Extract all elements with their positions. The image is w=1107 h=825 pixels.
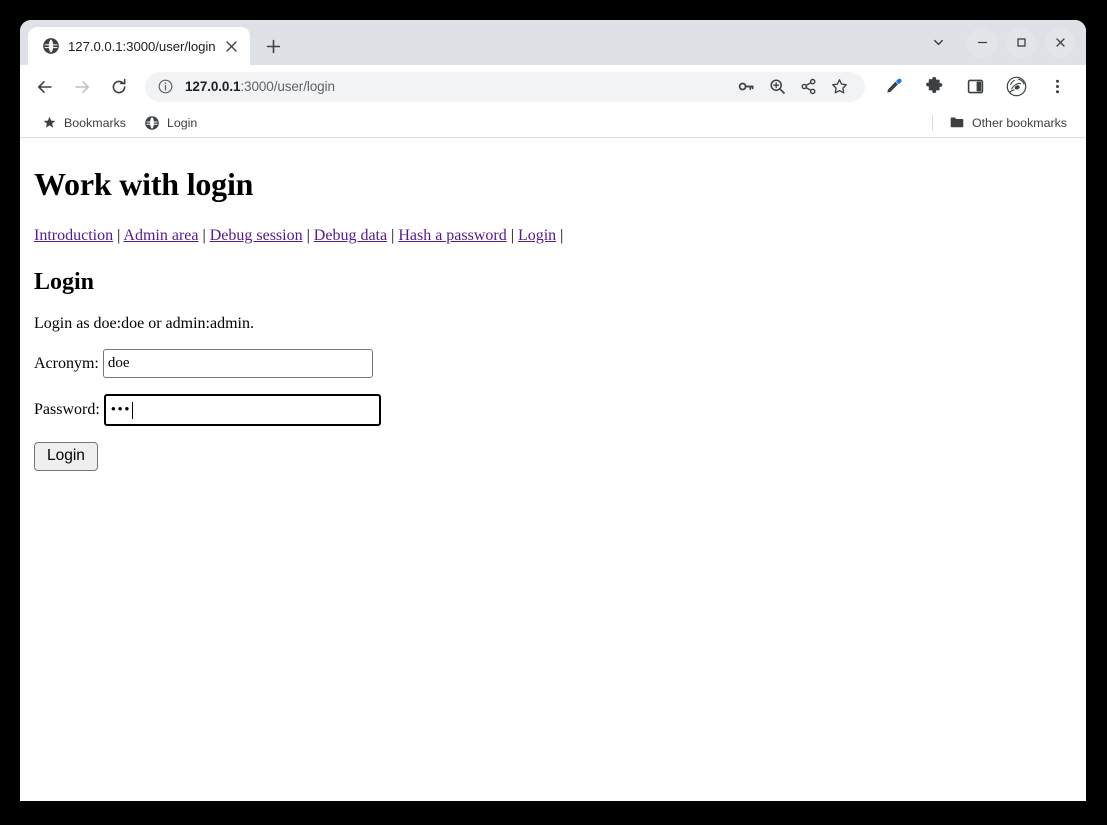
bookmarks-divider <box>931 114 933 131</box>
back-arrow-icon[interactable] <box>29 71 60 102</box>
bookmark-item-login[interactable]: Login <box>137 111 204 135</box>
globe-icon <box>42 38 59 55</box>
text-caret <box>132 401 134 419</box>
password-field-row: Password: ••• <box>34 394 1078 427</box>
browser-window: 127.0.0.1:3000/user/login 127.0.0.1:3000… <box>20 20 1086 801</box>
acronym-label: Acronym: <box>34 354 99 372</box>
bookmark-item-bookmarks[interactable]: Bookmarks <box>34 111 133 135</box>
close-icon[interactable] <box>222 37 241 56</box>
minimize-icon[interactable] <box>967 27 997 58</box>
acronym-field-row: Acronym: <box>34 349 1078 379</box>
window-controls <box>923 20 1086 65</box>
nav-separator: | <box>387 227 399 245</box>
key-icon[interactable] <box>733 73 760 100</box>
zoom-icon[interactable] <box>764 73 791 100</box>
bookmark-label: Bookmarks <box>64 115 126 130</box>
nav-separator: | <box>113 227 124 245</box>
reload-icon[interactable] <box>103 71 134 102</box>
forward-arrow-icon[interactable] <box>66 71 97 102</box>
nav-link-login[interactable]: Login <box>518 227 556 244</box>
side-panel-icon[interactable] <box>960 71 991 102</box>
eyedropper-icon[interactable] <box>878 71 909 102</box>
three-dot-menu-icon[interactable] <box>1042 71 1073 102</box>
puzzle-piece-icon[interactable] <box>919 71 950 102</box>
bookmarks-bar: Bookmarks Login Other bookmarks <box>20 108 1086 138</box>
share-icon[interactable] <box>795 73 822 100</box>
bookmark-label: Login <box>166 115 198 130</box>
folder-icon <box>949 115 965 131</box>
password-input[interactable]: ••• <box>103 394 381 427</box>
submit-row: Login <box>34 442 1078 472</box>
page-title: Work with login <box>34 166 254 203</box>
address-bar[interactable]: 127.0.0.1:3000/user/login <box>145 71 865 102</box>
nav-link-debug-session[interactable]: Debug session <box>210 227 303 244</box>
page-nav-links: Introduction | Admin area | Debug sessio… <box>34 224 754 249</box>
other-bookmarks-label: Other bookmarks <box>971 115 1067 130</box>
url-path: :3000/user/login <box>240 79 335 94</box>
password-masked-value: ••• <box>110 401 132 418</box>
tab-title: 127.0.0.1:3000/user/login <box>68 38 216 54</box>
toolbar-actions <box>873 71 1078 102</box>
nav-link-hash-a-password[interactable]: Hash a password <box>398 227 506 244</box>
tab-strip: 127.0.0.1:3000/user/login <box>20 20 1086 65</box>
browser-toolbar: 127.0.0.1:3000/user/login <box>20 65 1086 108</box>
globe-icon <box>144 115 160 131</box>
maximize-icon[interactable] <box>1006 27 1036 58</box>
nav-separator: | <box>302 227 314 245</box>
nav-link-introduction[interactable]: Introduction <box>34 227 113 244</box>
page-body: Work with login Introduction | Admin are… <box>20 138 1086 479</box>
omnibox-actions <box>731 73 855 100</box>
acronym-input[interactable] <box>102 349 373 379</box>
nav-link-debug-data[interactable]: Debug data <box>314 227 387 244</box>
star-icon <box>41 115 57 131</box>
profile-avatar-icon[interactable] <box>1001 71 1032 102</box>
nav-separator: | <box>556 227 564 245</box>
browser-tab-active[interactable]: 127.0.0.1:3000/user/login <box>28 27 250 65</box>
login-button[interactable]: Login <box>34 442 98 472</box>
nav-link-admin-area[interactable]: Admin area <box>123 227 198 244</box>
nav-separator: | <box>198 227 210 245</box>
nav-separator: | <box>506 227 518 245</box>
window-close-icon[interactable] <box>1045 27 1075 58</box>
url-host: 127.0.0.1 <box>185 79 241 94</box>
address-bar-text: 127.0.0.1:3000/user/login <box>185 79 335 94</box>
password-label: Password: <box>34 401 100 419</box>
info-circle-icon[interactable] <box>157 78 174 95</box>
other-bookmarks-button[interactable]: Other bookmarks <box>942 111 1074 135</box>
login-hint-text: Login as doe:doe or admin:admin. <box>34 315 254 333</box>
section-heading-login: Login <box>34 268 95 295</box>
new-tab-button[interactable] <box>259 31 289 61</box>
page-viewport: Work with login Introduction | Admin are… <box>20 138 1086 801</box>
star-icon[interactable] <box>826 73 853 100</box>
chevron-down-icon[interactable] <box>923 28 953 58</box>
